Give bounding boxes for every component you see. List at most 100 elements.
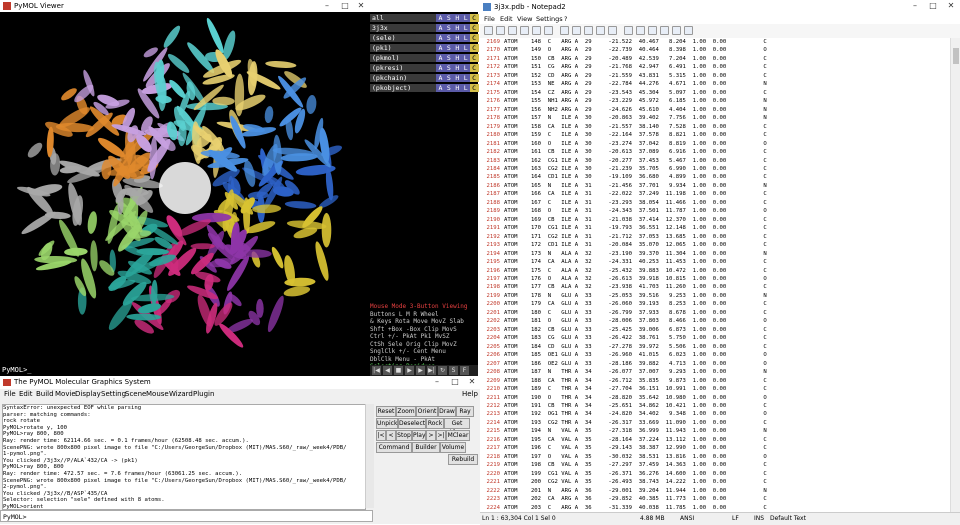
menu-wizard[interactable]: Wizard [169,389,193,400]
pdb-text-area[interactable]: 2169 ATOM 148 C ARG A 29 -21.522 40.467 8… [480,38,950,512]
np-menu-file[interactable]: File [484,14,495,24]
pdb-atom-line[interactable]: ATOM 203 C ARG A 36 -31.339 40.038 11.78… [504,504,948,512]
pdb-atom-line[interactable]: ATOM 200 CG2 VAL A 35 -26.493 38.743 14.… [504,478,948,486]
menu-scene[interactable]: Scene [125,389,146,400]
rebuild-button[interactable]: Rebuild [448,454,478,465]
step-forward-icon[interactable]: ▶ [416,366,425,375]
movie-scene-icon[interactable]: S [449,366,458,375]
pdb-atom-line[interactable]: ATOM 184 CD GLU A 33 -27.278 39.972 5.50… [504,343,948,351]
object-row[interactable]: 3j3x A S H L C [370,24,479,33]
pdb-atom-line[interactable]: ATOM 160 O ILE A 30 -23.274 37.042 8.819… [504,140,948,148]
mgs-button[interactable]: |< [376,430,386,441]
fast-forward-icon[interactable]: ▶| [427,366,436,375]
mgs-button[interactable]: Volume [440,442,466,453]
object-c-button[interactable]: C [469,54,479,62]
pdb-atom-line[interactable]: ATOM 153 NE ARG A 29 -22.784 44.276 4.67… [504,80,948,88]
cut-icon[interactable] [560,26,569,35]
pdb-atom-line[interactable]: ATOM 198 CB VAL A 35 -27.297 37.459 14.3… [504,461,948,469]
mgs-button[interactable]: Play [412,430,426,441]
replace-icon[interactable] [608,26,617,35]
object-row[interactable]: (pkchain) A S H L C [370,74,479,83]
object-c-button[interactable]: C [469,44,479,52]
scheme-icon[interactable] [660,26,669,35]
minimize-icon[interactable]: – [906,0,924,12]
pdb-atom-line[interactable]: ATOM 148 C ARG A 29 -21.522 40.467 8.204… [504,38,948,46]
object-c-button[interactable]: C [469,34,479,42]
menu-edit[interactable]: Edit [19,389,33,400]
pdb-atom-line[interactable]: ATOM 187 N THR A 34 -26.077 37.007 9.293… [504,368,948,376]
pdb-atom-line[interactable]: ATOM 175 C ALA A 32 -25.432 39.883 10.47… [504,267,948,275]
pdb-atom-line[interactable]: ATOM 170 CG1 ILE A 31 -19.793 36.551 12.… [504,224,948,232]
log-scrollbar[interactable] [365,404,374,508]
mgs-button[interactable]: Reset [376,406,396,417]
object-name[interactable]: (sele) [370,34,436,42]
pdb-atom-line[interactable]: ATOM 151 CG ARG A 29 -21.768 42.947 6.49… [504,63,948,71]
pdb-atom-line[interactable]: ATOM 158 CA ILE A 30 -21.557 38.140 7.52… [504,123,948,131]
mgs-button[interactable]: Get View [444,418,470,436]
object-c-button[interactable]: C [469,24,479,32]
np-menu-edit[interactable]: Edit [500,14,513,24]
mgs-button[interactable]: >| [436,430,446,441]
molecule-scene[interactable] [0,12,370,364]
pdb-atom-line[interactable]: ATOM 169 CB ILE A 31 -21.038 37.414 12.3… [504,216,948,224]
copy-icon[interactable] [572,26,581,35]
pdb-atom-line[interactable]: ATOM 159 C ILE A 30 -22.164 37.578 8.821… [504,131,948,139]
pdb-atom-line[interactable]: ATOM 186 OE2 GLU A 33 -28.186 39.882 4.7… [504,360,948,368]
pdb-atom-line[interactable]: ATOM 176 O ALA A 32 -26.613 39.918 10.81… [504,275,948,283]
pdb-atom-line[interactable]: ATOM 156 NH2 ARG A 29 -24.626 45.610 4.4… [504,106,948,114]
pdb-atom-line[interactable]: ATOM 166 CA ILE A 31 -22.022 37.249 11.1… [504,190,948,198]
pdb-atom-line[interactable]: ATOM 165 N ILE A 31 -21.456 37.701 9.934… [504,182,948,190]
pdb-atom-line[interactable]: ATOM 152 CD ARG A 29 -21.559 43.831 5.31… [504,72,948,80]
movie-loop-icon[interactable]: ↻ [438,366,447,375]
pdb-atom-line[interactable]: ATOM 190 O THR A 34 -28.820 35.642 10.98… [504,394,948,402]
pdb-atom-line[interactable]: ATOM 161 CB ILE A 30 -20.613 37.089 6.91… [504,148,948,156]
redo-icon[interactable] [544,26,553,35]
notepad-vertical-scrollbar[interactable] [950,38,960,512]
pdb-atom-line[interactable]: ATOM 177 CB ALA A 32 -23.938 41.703 11.2… [504,283,948,291]
pdb-atom-line[interactable]: ATOM 193 CG2 THR A 34 -26.317 33.669 11.… [504,419,948,427]
wordwrap-icon[interactable] [624,26,633,35]
pdb-atom-line[interactable]: ATOM 179 CA GLU A 33 -26.060 39.193 8.25… [504,300,948,308]
pdb-atom-line[interactable]: ATOM 182 CB GLU A 33 -25.425 39.006 6.87… [504,326,948,334]
mgs-button[interactable]: Zoom [396,406,416,417]
pdb-atom-line[interactable]: ATOM 157 N ILE A 30 -20.863 39.402 7.756… [504,114,948,122]
mgs-button[interactable]: Ray [456,406,474,417]
undo-icon[interactable] [532,26,541,35]
rewind-icon[interactable]: |◀ [372,366,381,375]
pdb-atom-line[interactable]: ATOM 185 OE1 GLU A 33 -26.960 41.015 6.0… [504,351,948,359]
object-name[interactable]: all [370,14,436,22]
pdb-atom-line[interactable]: ATOM 149 O ARG A 29 -22.739 40.464 8.398… [504,46,948,54]
pdb-atom-line[interactable]: ATOM 201 N ARG A 36 -29.001 39.204 11.94… [504,487,948,495]
settings-icon[interactable] [672,26,681,35]
pdb-atom-line[interactable]: ATOM 183 CG GLU A 33 -26.422 38.761 5.75… [504,334,948,342]
mgs-button[interactable]: Draw [438,406,456,417]
step-back-icon[interactable]: ◀ [383,366,392,375]
minimize-icon[interactable]: – [318,0,336,12]
mgs-button[interactable]: < [386,430,396,441]
pdb-atom-line[interactable]: ATOM 174 CA ALA A 32 -24.331 40.253 11.4… [504,258,948,266]
pdb-atom-line[interactable]: ATOM 199 CG1 VAL A 35 -26.371 36.276 14.… [504,470,948,478]
zoom-out-icon[interactable] [648,26,657,35]
maximize-icon[interactable]: □ [924,0,942,12]
new-icon[interactable] [484,26,493,35]
object-row[interactable]: (pk1) A S H L C [370,44,479,53]
pdb-atom-line[interactable]: ATOM 164 CD1 ILE A 30 -19.109 36.680 4.8… [504,173,948,181]
menu-help[interactable]: Help [462,389,478,400]
zoom-in-icon[interactable] [636,26,645,35]
menu-setting[interactable]: Setting [101,389,126,400]
object-row[interactable]: all A S H L C [370,14,479,23]
np-menu-help[interactable]: ? [564,14,567,24]
object-name[interactable]: (pkresi) [370,64,436,72]
pdb-atom-line[interactable]: ATOM 163 CG2 ILE A 30 -21.239 35.705 6.9… [504,165,948,173]
object-row[interactable]: (pkresi) A S H L C [370,64,479,73]
pdb-atom-line[interactable]: ATOM 195 CA VAL A 35 -28.164 37.224 13.1… [504,436,948,444]
find-icon[interactable] [596,26,605,35]
pdb-atom-line[interactable]: ATOM 171 CG2 ILE A 31 -21.712 37.053 13.… [504,233,948,241]
minimize-icon[interactable]: – [428,376,446,388]
np-menu-view[interactable]: View [517,14,532,24]
mgs-button[interactable]: Rock [426,418,444,429]
object-row[interactable]: (pkobject) A S H L C [370,84,479,93]
pdb-atom-line[interactable]: ATOM 192 OG1 THR A 34 -24.820 34.402 9.3… [504,410,948,418]
object-name[interactable]: 3j3x [370,24,436,32]
pdb-atom-line[interactable]: ATOM 168 O ILE A 31 -24.343 37.501 11.78… [504,207,948,215]
